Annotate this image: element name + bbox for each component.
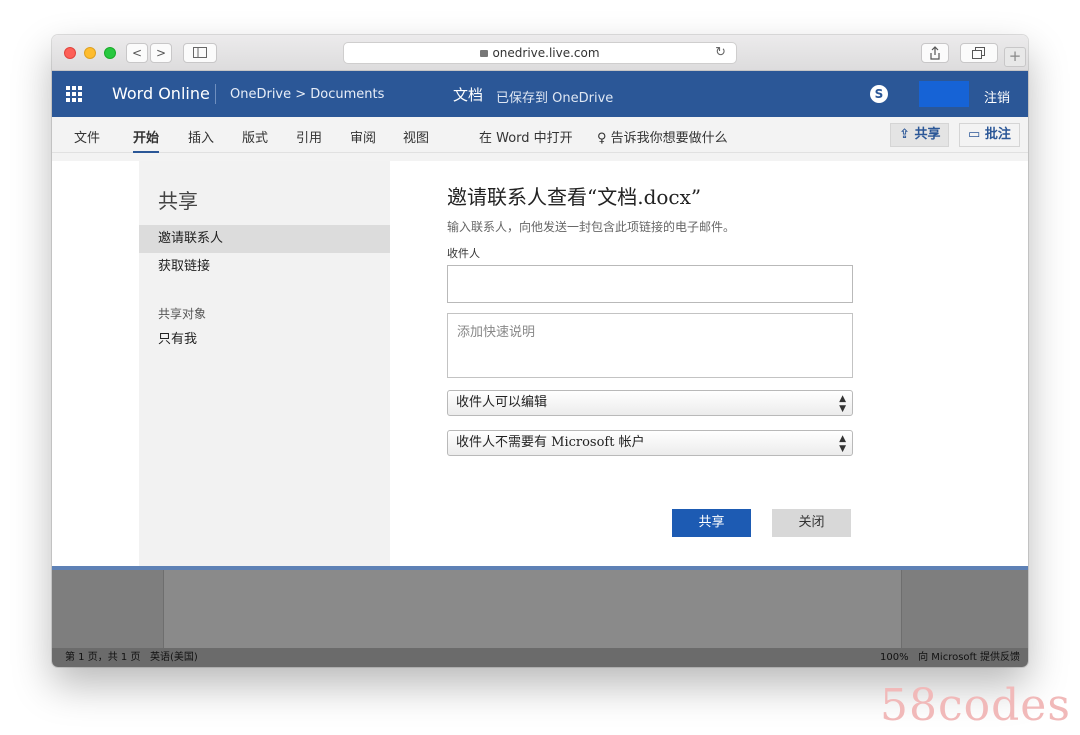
status-bar: 第 1 页，共 1 页 英语(美国) 100% 向 Microsoft 提供反馈 (52, 648, 1028, 667)
share-dialog: 共享 邀请联系人 获取链接 共享对象 只有我 邀请联系人查看“文档.docx” … (52, 161, 1028, 566)
lightbulb-icon: ♀ (597, 131, 607, 146)
nav-get-link[interactable]: 获取链接 (139, 253, 390, 281)
sidebar-icon (193, 47, 207, 58)
share-label: 共享 (914, 127, 941, 142)
url-text: onedrive.live.com (492, 46, 600, 60)
status-left: 第 1 页，共 1 页 英语(美国) (65, 648, 198, 667)
nav-invite-people[interactable]: 邀请联系人 (139, 225, 390, 253)
comments-label: 批注 (984, 127, 1011, 142)
app-name[interactable]: Word Online (112, 84, 210, 103)
address-bar[interactable]: onedrive.live.com ↻ (343, 42, 737, 64)
share-button[interactable]: 共享 (672, 509, 751, 537)
account-requirement-select[interactable]: 收件人不需要有 Microsoft 帐户 ▲ ▼ (447, 430, 853, 456)
close-window-button[interactable] (64, 47, 76, 59)
shared-with-value: 只有我 (158, 332, 198, 347)
back-button[interactable]: < (126, 43, 148, 63)
document-title[interactable]: 文档 (453, 84, 483, 105)
permission-select[interactable]: 收件人可以编辑 ▲ ▼ (447, 390, 853, 416)
comment-icon: ▭ (968, 127, 981, 142)
document-canvas (52, 566, 1028, 648)
status-right: 100% 向 Microsoft 提供反馈 (880, 648, 1020, 667)
select-arrows-icon: ▲ ▼ (839, 394, 846, 414)
tabs-overview-button[interactable] (960, 43, 998, 63)
permission-select-value: 收件人可以编辑 (456, 395, 548, 410)
browser-window: < > onedrive.live.com ↻ + Word Online On… (52, 35, 1028, 667)
tab-references[interactable]: 引用 (296, 127, 322, 146)
tell-me-box[interactable]: ♀ 告诉我你想要做什么 (597, 127, 728, 146)
share-icon: ⇪ (899, 127, 910, 142)
invite-heading: 邀请联系人查看“文档.docx” (447, 185, 702, 209)
ribbon-tabs: 文件 开始 插入 版式 引用 审阅 视图 在 Word 中打开 ♀ 告诉我你想要… (52, 117, 1028, 154)
avatar[interactable] (919, 81, 969, 107)
share-dialog-sidebar: 共享 邀请联系人 获取链接 共享对象 只有我 (139, 161, 390, 566)
tab-review[interactable]: 审阅 (350, 127, 376, 146)
formatting-toolbar (52, 153, 1028, 161)
select-arrows-icon: ▲ ▼ (839, 434, 846, 454)
to-input[interactable] (447, 265, 853, 303)
lock-icon (480, 50, 489, 57)
tab-view[interactable]: 视图 (403, 127, 429, 146)
share-icon (930, 46, 940, 60)
skype-icon[interactable]: S (870, 85, 888, 103)
comments-button[interactable]: ▭ 批注 (959, 123, 1020, 147)
account-select-value: 收件人不需要有 Microsoft 帐户 (456, 435, 645, 450)
zoom-window-button[interactable] (104, 47, 116, 59)
invite-panel: 邀请联系人查看“文档.docx” 输入联系人，向他发送一封包含此项链接的电子邮件… (447, 161, 867, 566)
tab-insert[interactable]: 插入 (188, 127, 214, 146)
header-divider (215, 84, 216, 104)
sidebar-toggle-button[interactable] (183, 43, 217, 63)
app-launcher-icon[interactable] (66, 86, 82, 102)
minimize-window-button[interactable] (84, 47, 96, 59)
tabs-icon (972, 47, 985, 59)
invite-subtitle: 输入联系人，向他发送一封包含此项链接的电子邮件。 (447, 220, 736, 234)
open-in-word-button[interactable]: 在 Word 中打开 (479, 127, 573, 146)
document-page (163, 570, 902, 648)
save-status: 已保存到 OneDrive (496, 91, 614, 106)
note-textarea[interactable]: 添加快速说明 (447, 313, 853, 378)
new-tab-button[interactable]: + (1004, 47, 1026, 67)
tab-layout[interactable]: 版式 (242, 127, 268, 146)
tell-me-text: 告诉我你想要做什么 (610, 131, 728, 146)
browser-toolbar: < > onedrive.live.com ↻ + (52, 35, 1028, 71)
watermark: 58codes (880, 680, 1071, 731)
forward-button[interactable]: > (150, 43, 172, 63)
share-page-button[interactable] (921, 43, 949, 63)
feedback-link[interactable]: 向 Microsoft 提供反馈 (918, 652, 1020, 663)
share-button-ribbon[interactable]: ⇪ 共享 (890, 123, 950, 147)
tab-file[interactable]: 文件 (74, 127, 100, 146)
reload-icon[interactable]: ↻ (715, 43, 726, 63)
tab-home[interactable]: 开始 (133, 127, 160, 154)
zoom-level[interactable]: 100% (880, 652, 909, 663)
close-button[interactable]: 关闭 (772, 509, 851, 537)
shared-with-label: 共享对象 (158, 307, 207, 321)
logout-link[interactable]: 注销 (984, 87, 1010, 106)
language-indicator[interactable]: 英语(美国) (150, 652, 198, 663)
word-header: Word Online OneDrive > Documents 文档 已保存到… (52, 71, 1028, 117)
to-label: 收件人 (447, 247, 480, 260)
page-count: 第 1 页，共 1 页 (65, 652, 141, 663)
dialog-title: 共享 (158, 189, 198, 213)
breadcrumb[interactable]: OneDrive > Documents (230, 87, 384, 102)
